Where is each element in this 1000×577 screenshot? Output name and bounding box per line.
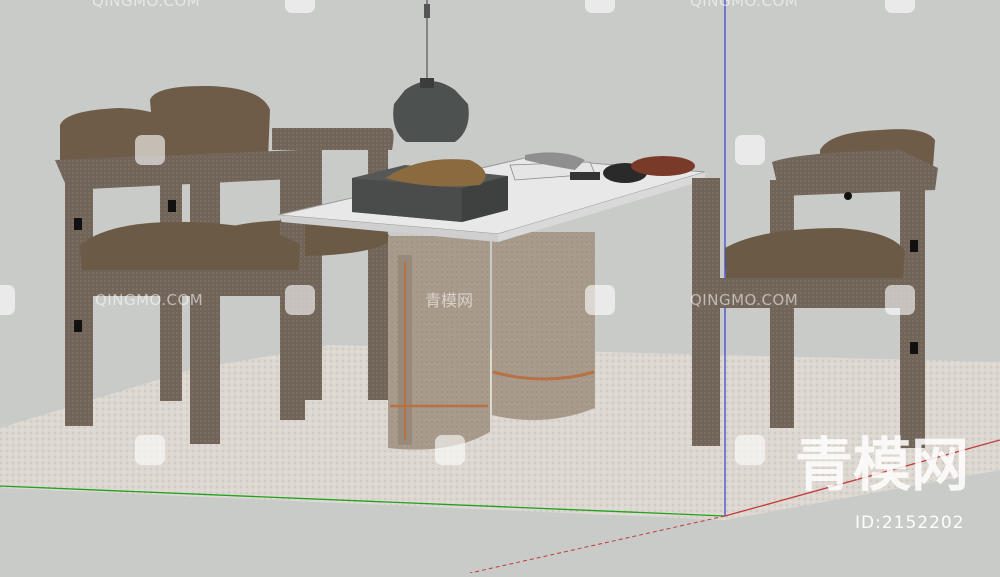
red-axis-dashed	[469, 515, 726, 574]
pendant-lamp	[393, 0, 469, 142]
modeling-viewport[interactable]: QINGMO.COM QINGMO.COM QINGMO.COM QINGMO.…	[0, 0, 1000, 574]
watermark-site-1: QINGMO.COM	[95, 291, 203, 309]
watermark-site-4: QINGMO.COM	[690, 0, 798, 10]
watermark-site-2: QINGMO.COM	[690, 291, 798, 309]
watermark-id: ID:2152202	[855, 513, 965, 533]
watermark-logo-text: 青模网	[795, 431, 969, 499]
scene-canvas[interactable]: QINGMO.COM QINGMO.COM QINGMO.COM QINGMO.…	[0, 0, 1000, 574]
watermark-site-cn: 青模网	[425, 291, 473, 310]
watermark-site-3: QINGMO.COM	[92, 0, 200, 10]
